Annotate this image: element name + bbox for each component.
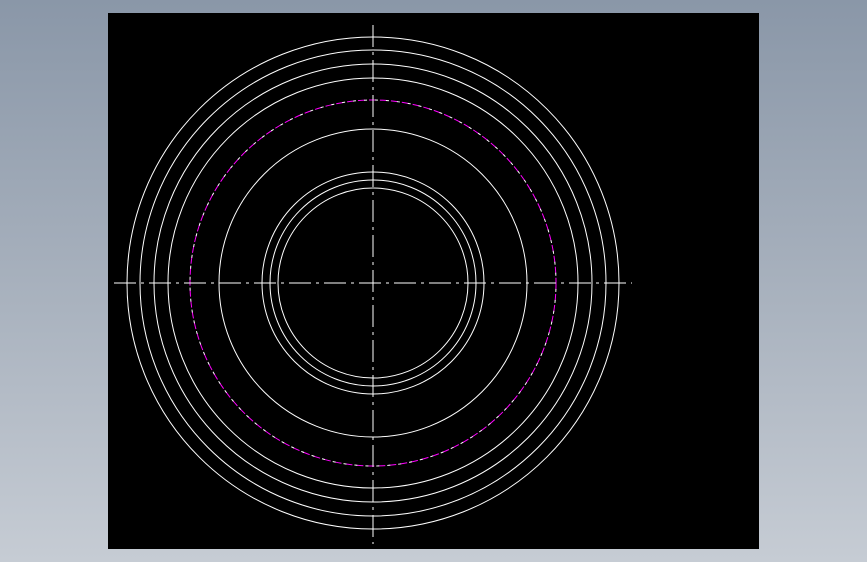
- concentric-circles-drawing: [114, 25, 632, 544]
- cad-drawing-viewport[interactable]: [108, 13, 759, 549]
